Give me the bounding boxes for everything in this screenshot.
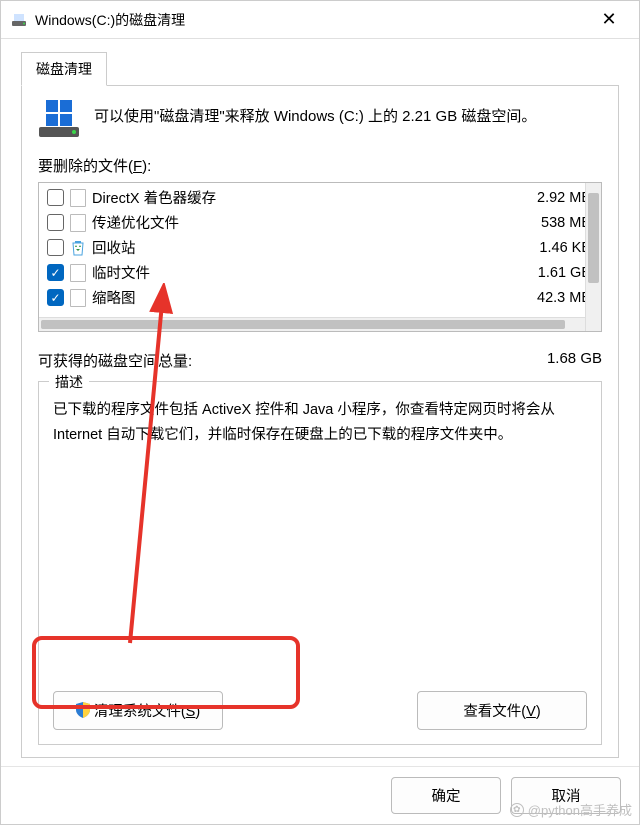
shield-icon bbox=[76, 702, 90, 718]
file-row[interactable]: DirectX 着色器缓存2.92 MB bbox=[43, 185, 597, 210]
vertical-scrollbar[interactable] bbox=[585, 183, 601, 331]
file-name: DirectX 着色器缓存 bbox=[92, 187, 531, 208]
total-space-label: 可获得的磁盘空间总量: bbox=[38, 350, 192, 371]
header-description: 可以使用"磁盘清理"来释放 Windows (C:) 上的 2.21 GB 磁盘… bbox=[94, 100, 536, 137]
description-legend: 描述 bbox=[49, 372, 89, 392]
file-icon bbox=[70, 214, 86, 232]
file-icon bbox=[70, 189, 86, 207]
description-text: 已下载的程序文件包括 ActiveX 控件和 Java 小程序，你查看特定网页时… bbox=[53, 398, 587, 447]
file-row[interactable]: 回收站1.46 KB bbox=[43, 235, 597, 260]
file-row[interactable]: 缩略图42.3 MB bbox=[43, 285, 597, 310]
file-name: 传递优化文件 bbox=[92, 212, 535, 233]
file-checkbox[interactable] bbox=[47, 189, 64, 206]
clean-system-files-button[interactable]: 清理系统文件(S) bbox=[53, 691, 223, 730]
file-checkbox[interactable] bbox=[47, 289, 64, 306]
file-icon bbox=[70, 264, 86, 282]
file-name: 回收站 bbox=[92, 237, 533, 258]
watermark: ✿@python高手养成 bbox=[510, 800, 632, 819]
file-checkbox[interactable] bbox=[47, 214, 64, 231]
tab-disk-cleanup[interactable]: 磁盘清理 bbox=[21, 52, 107, 86]
recycle-bin-icon bbox=[70, 239, 86, 257]
titlebar: Windows(C:)的磁盘清理 ✕ bbox=[1, 1, 639, 39]
tab-row: 磁盘清理 bbox=[21, 51, 619, 86]
disk-cleanup-icon bbox=[11, 12, 27, 28]
close-button[interactable]: ✕ bbox=[589, 5, 629, 35]
file-row[interactable]: 临时文件1.61 GB bbox=[43, 260, 597, 285]
drive-icon bbox=[38, 100, 80, 137]
file-checkbox[interactable] bbox=[47, 239, 64, 256]
window-title: Windows(C:)的磁盘清理 bbox=[35, 10, 589, 30]
horizontal-scrollbar[interactable] bbox=[39, 317, 585, 331]
files-list[interactable]: DirectX 着色器缓存2.92 MB传递优化文件538 MB回收站1.46 … bbox=[38, 182, 602, 332]
file-icon bbox=[70, 289, 86, 307]
file-name: 临时文件 bbox=[92, 262, 532, 283]
file-row[interactable]: 传递优化文件538 MB bbox=[43, 210, 597, 235]
file-name: 缩略图 bbox=[92, 287, 531, 308]
files-to-delete-label: 要删除的文件(F): bbox=[38, 155, 602, 176]
view-files-button[interactable]: 查看文件(V) bbox=[417, 691, 587, 730]
total-space-value: 1.68 GB bbox=[547, 350, 602, 371]
ok-button[interactable]: 确定 bbox=[391, 777, 501, 814]
file-checkbox[interactable] bbox=[47, 264, 64, 281]
